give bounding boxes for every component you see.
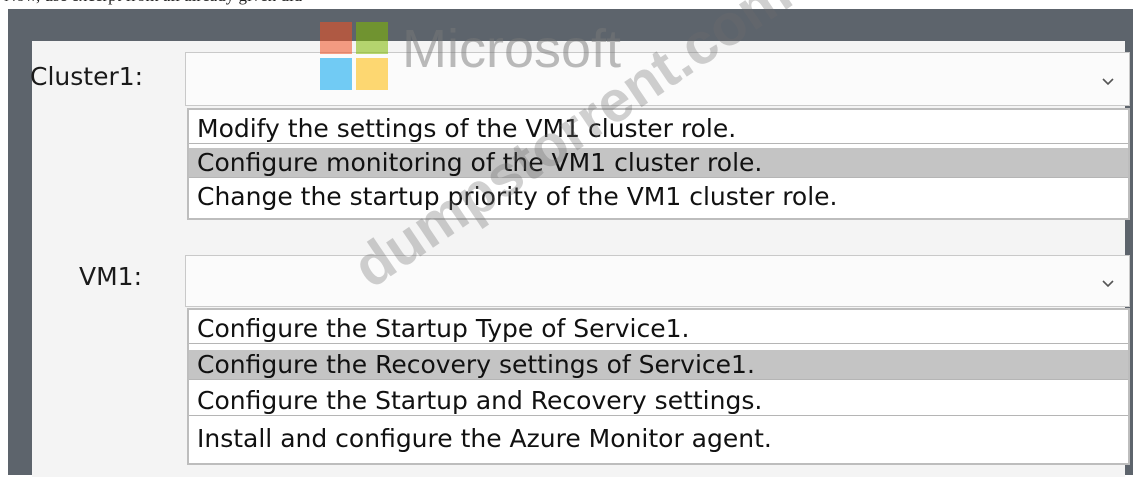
- cluster1-option-modify-settings[interactable]: Modify the settings of the VM1 cluster r…: [189, 114, 1128, 144]
- logo-square-blue: [320, 58, 352, 90]
- vm1-option-startup-and-recovery[interactable]: Configure the Startup and Recovery setti…: [189, 386, 1128, 416]
- cluster1-option-change-startup-priority[interactable]: Change the startup priority of the VM1 c…: [189, 182, 1128, 212]
- vm1-option-startup-type[interactable]: Configure the Startup Type of Service1.: [189, 314, 1128, 344]
- watermark-logo-text: Microsoft: [402, 19, 622, 79]
- logo-square-red: [320, 22, 352, 54]
- chevron-down-icon[interactable]: [1099, 73, 1117, 91]
- cluster1-options-list: Modify the settings of the VM1 cluster r…: [187, 108, 1130, 220]
- chevron-down-icon[interactable]: [1099, 275, 1117, 293]
- cluster1-option-configure-monitoring[interactable]: Configure monitoring of the VM1 cluster …: [189, 148, 1128, 178]
- vm1-label: VM1:: [79, 262, 143, 291]
- vm1-dropdown[interactable]: [185, 255, 1130, 307]
- vm1-options-list: Configure the Startup Type of Service1. …: [187, 308, 1130, 465]
- logo-square-green: [356, 22, 388, 54]
- vm1-option-azure-monitor-agent[interactable]: Install and configure the Azure Monitor …: [189, 424, 1128, 454]
- microsoft-logo-icon: [320, 22, 390, 92]
- cluster1-label: Cluster1:: [30, 62, 144, 91]
- logo-square-yellow: [356, 58, 388, 90]
- vm1-option-recovery-settings[interactable]: Configure the Recovery settings of Servi…: [189, 350, 1128, 380]
